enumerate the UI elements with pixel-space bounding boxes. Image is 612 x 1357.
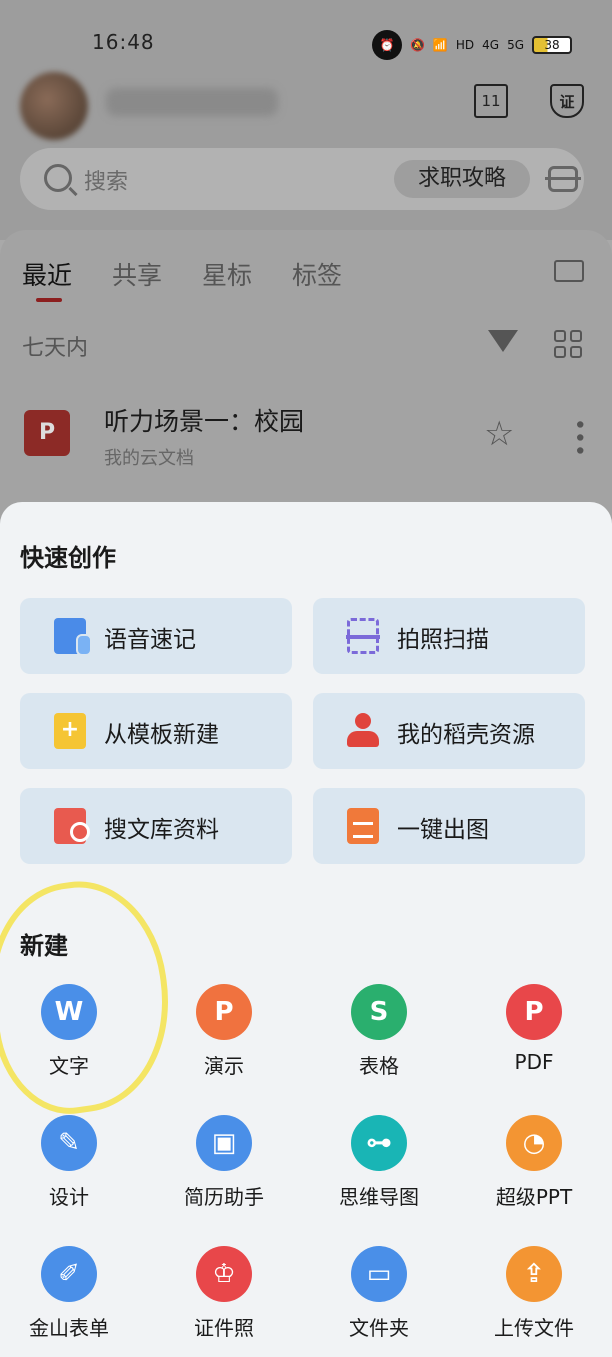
job-tips-pill[interactable]: 求职攻略 (394, 160, 530, 198)
upload-file-button[interactable]: ⇪ 上传文件 (474, 1246, 594, 1356)
create-bottom-sheet: 快速创作 语音速记 拍照扫描 从模板新建 我的稻壳资源 搜文库资料 一键出图 新… (0, 502, 612, 1357)
form-icon: ✐ (41, 1246, 97, 1302)
battery-level: 38 (544, 38, 560, 52)
new-pdf-button[interactable]: P PDF (474, 984, 594, 1094)
status-time: 16:48 (92, 30, 155, 54)
new-item-label: 思维导图 (339, 1185, 419, 1209)
star-icon[interactable]: ☆ (484, 414, 514, 454)
folder-new-icon: ▭ (351, 1246, 407, 1302)
new-item-label: 文字 (49, 1054, 89, 1078)
shield-label: 证 (559, 92, 575, 111)
hd-badge: HD (455, 38, 475, 52)
quick-docer-resources-button[interactable]: 我的稻壳资源 (313, 693, 585, 769)
status-bar: 16:48 ⏰ 🔕 📶 HD 4G 5G 38 (0, 24, 612, 64)
mindmap-icon: ⊶ (351, 1115, 407, 1171)
new-resume-button[interactable]: ▣ 简历助手 (164, 1115, 284, 1225)
new-presentation-button[interactable]: P 演示 (164, 984, 284, 1094)
search-icon (44, 164, 72, 192)
voice-note-icon (54, 618, 92, 656)
tab-shared[interactable]: 共享 (112, 256, 162, 292)
new-writer-button[interactable]: W 文字 (9, 984, 129, 1094)
time-range-filter[interactable]: 七天内 (22, 330, 88, 362)
mute-icon: 🔕 (409, 38, 425, 52)
search-input[interactable]: 搜索 (84, 164, 128, 196)
new-item-label: 设计 (49, 1185, 89, 1209)
new-item-label: 演示 (204, 1054, 244, 1078)
wifi-icon: 📶 (432, 38, 448, 52)
docer-resources-icon (347, 713, 379, 749)
new-item-label: 简历助手 (184, 1185, 264, 1209)
photo-scan-icon (346, 618, 380, 654)
tab-starred[interactable]: 星标 (202, 256, 252, 292)
file-tabs: 最近 共享 星标 标签 (22, 256, 342, 302)
certificate-shield-icon[interactable]: 证 (550, 84, 584, 118)
file-location: 我的云文档 (104, 448, 194, 469)
quick-item-label: 拍照扫描 (397, 627, 489, 653)
new-mindmap-button[interactable]: ⊶ 思维导图 (319, 1115, 439, 1225)
filter-icon[interactable] (488, 330, 518, 352)
quick-photo-scan-button[interactable]: 拍照扫描 (313, 598, 585, 674)
resume-icon: ▣ (196, 1115, 252, 1171)
pdf-file-icon: P (24, 410, 70, 456)
pdf-icon: P (506, 984, 562, 1040)
new-id-photo-button[interactable]: ♔ 证件照 (164, 1246, 284, 1356)
battery-icon: 38 (532, 36, 572, 54)
writer-icon: W (41, 984, 97, 1040)
calendar-day: 11 (481, 92, 501, 110)
scan-icon[interactable] (545, 166, 581, 192)
folder-icon[interactable] (554, 260, 584, 282)
recent-files-panel: 最近 共享 星标 标签 七天内 P 听力场景一：校园 我的云文档 ☆ ••• (0, 230, 612, 530)
quick-create-title: 快速创作 (20, 544, 116, 572)
upload-icon: ⇪ (506, 1246, 562, 1302)
new-section-title: 新建 (20, 932, 68, 960)
spreadsheet-icon: S (351, 984, 407, 1040)
quick-one-click-image-button[interactable]: 一键出图 (313, 788, 585, 864)
quick-item-label: 语音速记 (104, 627, 196, 653)
new-item-label: 文件夹 (349, 1316, 409, 1340)
user-name-blurred (106, 88, 278, 116)
avatar[interactable] (20, 72, 88, 140)
signal-5g: 5G (507, 38, 524, 52)
quick-item-label: 搜文库资料 (104, 817, 219, 843)
quick-template-new-button[interactable]: 从模板新建 (20, 693, 292, 769)
search-bar[interactable]: 搜索 求职攻略 (20, 148, 584, 210)
new-spreadsheet-button[interactable]: S 表格 (319, 984, 439, 1094)
new-item-label: 金山表单 (29, 1316, 109, 1340)
new-item-label: PDF (514, 1050, 554, 1074)
quick-item-label: 一键出图 (397, 817, 489, 843)
calendar-icon[interactable]: 11 (474, 84, 508, 118)
alarm-icon: ⏰ (371, 30, 402, 60)
more-options-icon[interactable]: ••• (566, 418, 591, 457)
super-ppt-icon: ◔ (506, 1115, 562, 1171)
new-design-button[interactable]: ✎ 设计 (9, 1115, 129, 1225)
file-title: 听力场景一：校园 (104, 407, 305, 436)
one-click-image-icon (347, 808, 379, 844)
quick-item-label: 从模板新建 (104, 722, 219, 748)
new-item-label: 超级PPT (495, 1185, 573, 1209)
new-folder-button[interactable]: ▭ 文件夹 (319, 1246, 439, 1356)
new-form-button[interactable]: ✐ 金山表单 (9, 1246, 129, 1356)
presentation-icon: P (196, 984, 252, 1040)
quick-library-search-button[interactable]: 搜文库资料 (20, 788, 292, 864)
library-search-icon (54, 808, 90, 844)
new-super-ppt-button[interactable]: ◔ 超级PPT (474, 1115, 594, 1225)
quick-voice-note-button[interactable]: 语音速记 (20, 598, 292, 674)
new-item-label: 证件照 (194, 1316, 254, 1340)
id-photo-icon: ♔ (196, 1246, 252, 1302)
list-item[interactable]: P 听力场景一：校园 我的云文档 ☆ ••• (0, 390, 612, 480)
quick-item-label: 我的稻壳资源 (397, 722, 535, 748)
signal-4g: 4G (482, 38, 500, 52)
new-item-label: 表格 (359, 1054, 399, 1078)
grid-view-icon[interactable] (554, 330, 582, 358)
design-icon: ✎ (41, 1115, 97, 1171)
new-item-label: 上传文件 (494, 1316, 574, 1340)
tab-tags[interactable]: 标签 (292, 256, 342, 292)
tab-recent[interactable]: 最近 (22, 256, 72, 302)
template-new-icon (54, 713, 86, 749)
